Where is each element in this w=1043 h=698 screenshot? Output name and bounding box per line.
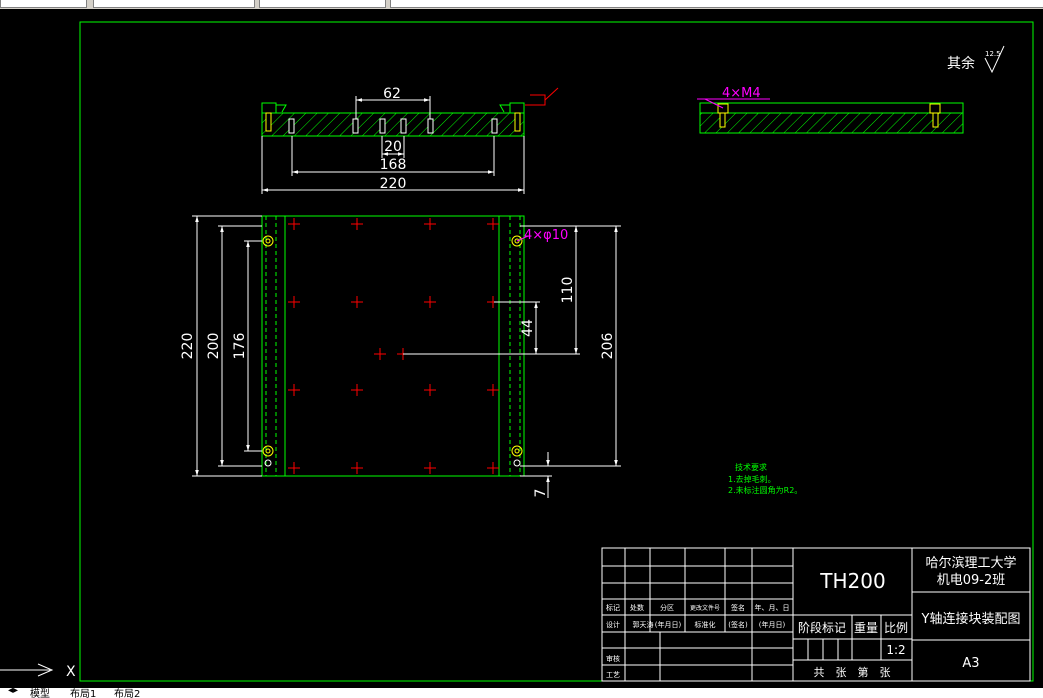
layout-tab-bar: ◂▸ 模型 布局1 布局2 bbox=[0, 688, 1043, 698]
school-name: 哈尔滨理工大学 bbox=[925, 555, 1016, 571]
dim-7: 7 bbox=[533, 489, 549, 498]
toolbar-field-4[interactable] bbox=[390, 0, 1043, 8]
dim-110: 110 bbox=[560, 277, 576, 304]
dim-220-front: 220 bbox=[380, 176, 407, 192]
title-block-labels: 标记 处数 分区 更改文件号 签名 年、月、日 设计 郭天涛 (年月日) 标准化… bbox=[606, 603, 790, 679]
svg-text:标记: 标记 bbox=[606, 603, 620, 612]
svg-text:X: X bbox=[66, 664, 76, 680]
svg-text:年、月、日: 年、月、日 bbox=[755, 603, 790, 612]
tab-layout2[interactable]: 布局2 bbox=[114, 688, 140, 698]
nav-arrows[interactable]: ◂▸ bbox=[8, 688, 18, 696]
dim-62: 62 bbox=[383, 86, 401, 102]
svg-text:郭天涛: 郭天涛 bbox=[633, 620, 654, 629]
toolbar-strip bbox=[0, 0, 1043, 9]
sheet-size: A3 bbox=[962, 656, 979, 671]
plan-view bbox=[261, 215, 529, 477]
dim-168: 168 bbox=[380, 157, 407, 173]
ucs-icon: X bbox=[0, 663, 76, 680]
svg-text:设计: 设计 bbox=[606, 620, 620, 629]
svg-text:1.去掉毛刺。: 1.去掉毛刺。 bbox=[728, 474, 776, 484]
tab-model[interactable]: 模型 bbox=[30, 688, 50, 698]
svg-text:更改文件号: 更改文件号 bbox=[690, 604, 720, 612]
drawing-name: Y轴连接块装配图 bbox=[921, 611, 1021, 627]
svg-text:(年月日): (年月日) bbox=[655, 620, 682, 629]
svg-text:2.未标注圆角为R2。: 2.未标注圆角为R2。 bbox=[728, 485, 802, 495]
roughness-symbol: 其余 12.5 bbox=[947, 45, 1005, 74]
plan-dimensions bbox=[192, 215, 621, 498]
svg-text:其余: 其余 bbox=[947, 55, 975, 72]
svg-text:工艺: 工艺 bbox=[606, 671, 620, 679]
svg-text:审核: 审核 bbox=[606, 654, 620, 663]
drawing-code: TH200 bbox=[819, 569, 885, 593]
svg-text:(签名): (签名) bbox=[728, 620, 748, 629]
sheet-footer: 共 张 第 张 bbox=[814, 665, 891, 679]
svg-text:分区: 分区 bbox=[660, 603, 674, 612]
dim-200: 200 bbox=[206, 333, 222, 360]
dim-220-plan: 220 bbox=[180, 333, 196, 360]
scale-label: 比例 bbox=[884, 621, 908, 635]
svg-text:12.5: 12.5 bbox=[985, 50, 1001, 58]
side-section-view bbox=[697, 98, 964, 134]
svg-text:签名: 签名 bbox=[731, 603, 745, 612]
svg-text:标准化: 标准化 bbox=[695, 620, 716, 629]
dim-176: 176 bbox=[232, 333, 248, 360]
technical-notes: 技术要求 1.去掉毛刺。 2.未标注圆角为R2。 bbox=[728, 462, 802, 495]
toolbar-field-3[interactable] bbox=[259, 0, 386, 8]
side-callout-4xm4: 4×M4 bbox=[722, 86, 761, 101]
svg-text:(年月日): (年月日) bbox=[759, 620, 786, 629]
tab-layout1[interactable]: 布局1 bbox=[70, 688, 96, 698]
dim-20: 20 bbox=[384, 139, 402, 155]
svg-text:处数: 处数 bbox=[630, 603, 644, 612]
dim-44: 44 bbox=[520, 319, 536, 337]
plan-callout-4xphi10: 4×φ10 bbox=[524, 228, 568, 243]
svg-text:技术要求: 技术要求 bbox=[735, 462, 767, 472]
scale-value: 1:2 bbox=[886, 643, 905, 657]
weight-label: 重量 bbox=[854, 621, 878, 635]
toolbar-field-2[interactable] bbox=[93, 0, 255, 8]
toolbar-field-1[interactable] bbox=[0, 0, 87, 8]
stage-label: 阶段标记 bbox=[798, 620, 846, 635]
dim-206: 206 bbox=[600, 333, 616, 360]
class-name: 机电09-2班 bbox=[937, 573, 1006, 588]
front-section-view bbox=[261, 87, 559, 137]
cad-drawing-canvas[interactable]: X 其余 12.5 62 20 168 220 4×M4 4×φ10 220 2… bbox=[0, 9, 1043, 688]
